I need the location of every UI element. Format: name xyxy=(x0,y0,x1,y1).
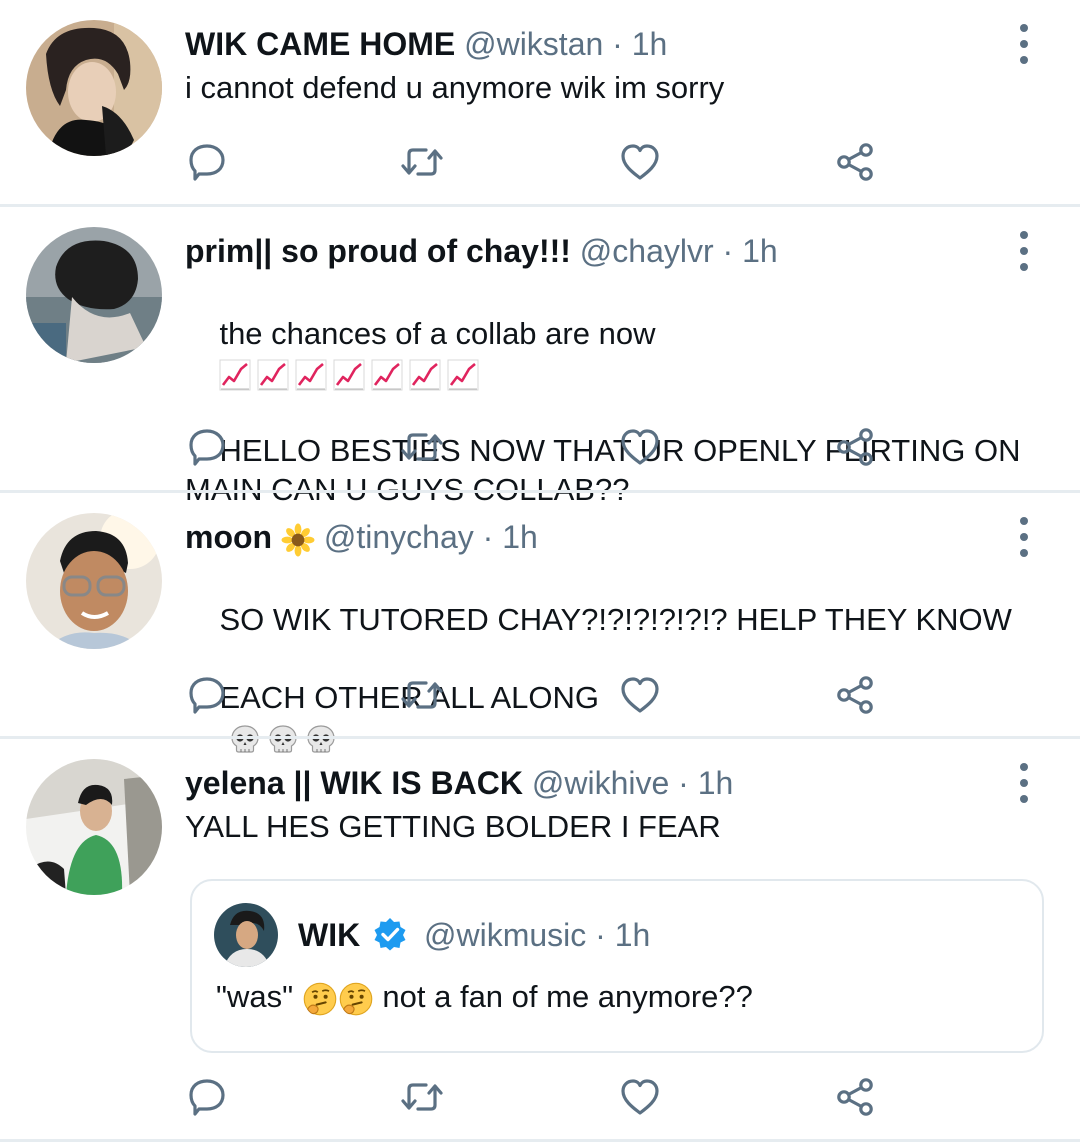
user-handle[interactable]: @wikhive xyxy=(532,765,669,801)
avatar[interactable] xyxy=(26,513,162,649)
tweet-text: i cannot defend u anymore wik im sorry xyxy=(185,70,725,105)
tweet-header: moon @tinychay · 1h xyxy=(185,517,538,557)
tweet-header: WIK CAME HOME @wikstan · 1h xyxy=(185,24,667,64)
like-icon[interactable] xyxy=(618,673,662,717)
more-options-icon[interactable] xyxy=(1012,517,1036,557)
divider xyxy=(0,1139,1080,1142)
tweet-actions xyxy=(185,673,885,717)
reply-icon[interactable] xyxy=(185,425,229,469)
timestamp[interactable]: 1h xyxy=(698,765,734,801)
separator-dot: · xyxy=(595,917,606,953)
tweet-actions xyxy=(185,140,885,184)
emoji-row xyxy=(219,355,485,391)
chart-increasing-icon xyxy=(409,358,442,391)
chart-increasing-icon xyxy=(295,358,328,391)
quoted-tweet[interactable]: WIK @wikmusic · 1h "was" not a fan of me… xyxy=(190,879,1044,1053)
thinking-face-icon xyxy=(303,982,337,1016)
display-name[interactable]: WIK xyxy=(298,917,360,953)
chart-increasing-icon xyxy=(371,358,404,391)
chart-increasing-icon xyxy=(219,358,252,391)
user-handle[interactable]: @wikmusic xyxy=(424,917,586,953)
timestamp[interactable]: 1h xyxy=(742,233,778,269)
share-icon[interactable] xyxy=(833,1075,877,1119)
quoted-tweet-header: WIK @wikmusic · 1h xyxy=(298,915,650,955)
share-icon[interactable] xyxy=(833,140,877,184)
separator-dot: · xyxy=(722,233,734,269)
reply-icon[interactable] xyxy=(185,673,229,717)
like-icon[interactable] xyxy=(618,140,662,184)
avatar[interactable] xyxy=(26,227,162,363)
timestamp[interactable]: 1h xyxy=(615,917,651,953)
user-handle[interactable]: @tinychay xyxy=(324,519,474,555)
more-options-icon[interactable] xyxy=(1012,231,1036,271)
chart-increasing-icon xyxy=(447,358,480,391)
separator-dot: · xyxy=(612,26,623,62)
separator-dot: · xyxy=(482,519,494,555)
display-name[interactable]: prim|| so proud of chay!!! xyxy=(185,233,571,269)
avatar[interactable] xyxy=(26,20,162,156)
tweet-4[interactable]: yelena || WIK IS BACK @wikhive · 1h YALL… xyxy=(0,739,1080,1139)
timestamp[interactable]: 1h xyxy=(502,519,538,555)
more-options-icon[interactable] xyxy=(1012,763,1036,803)
avatar[interactable] xyxy=(214,903,278,967)
tweet-1[interactable]: WIK CAME HOME @wikstan · 1h i cannot def… xyxy=(0,0,1080,204)
tweet-actions xyxy=(185,425,885,469)
user-handle[interactable]: @wikstan xyxy=(464,26,603,62)
like-icon[interactable] xyxy=(618,425,662,469)
sunflower-icon xyxy=(281,523,315,557)
quoted-tweet-text: "was" not a fan of me anymore?? xyxy=(216,977,753,1017)
quote-text-before: "was" xyxy=(216,979,294,1014)
chart-increasing-icon xyxy=(333,358,366,391)
display-name[interactable]: moon xyxy=(185,519,272,555)
retweet-icon[interactable] xyxy=(400,140,444,184)
timestamp[interactable]: 1h xyxy=(632,26,668,62)
tweet-actions xyxy=(185,1075,885,1119)
display-name[interactable]: WIK CAME HOME xyxy=(185,26,455,62)
share-icon[interactable] xyxy=(833,673,877,717)
tweet-text: YALL HES GETTING BOLDER I FEAR xyxy=(185,809,721,844)
display-name[interactable]: yelena || WIK IS BACK xyxy=(185,765,523,801)
user-handle[interactable]: @chaylvr xyxy=(580,233,714,269)
verified-badge-icon xyxy=(374,918,406,951)
avatar[interactable] xyxy=(26,759,162,895)
retweet-icon[interactable] xyxy=(400,425,444,469)
reply-icon[interactable] xyxy=(185,140,229,184)
tweet-text-line: the chances of a collab are now xyxy=(219,316,656,351)
tweet-3[interactable]: moon @tinychay · 1h SO WIK TUTORED CHAY?… xyxy=(0,493,1080,753)
more-options-icon[interactable] xyxy=(1012,24,1036,64)
thinking-face-icon xyxy=(339,982,373,1016)
tweet-2[interactable]: prim|| so proud of chay!!! @chaylvr · 1h… xyxy=(0,207,1080,507)
tweet-text-line: SO WIK TUTORED CHAY?!?!?!?!?!? HELP THEY… xyxy=(219,602,1012,637)
quote-text-after: not a fan of me anymore?? xyxy=(382,979,753,1014)
reply-icon[interactable] xyxy=(185,1075,229,1119)
chart-increasing-icon xyxy=(257,358,290,391)
retweet-icon[interactable] xyxy=(400,1075,444,1119)
separator-dot: · xyxy=(678,765,689,801)
retweet-icon[interactable] xyxy=(400,673,444,717)
like-icon[interactable] xyxy=(618,1075,662,1119)
tweet-header: prim|| so proud of chay!!! @chaylvr · 1h xyxy=(185,231,778,271)
tweet-header: yelena || WIK IS BACK @wikhive · 1h xyxy=(185,763,733,803)
share-icon[interactable] xyxy=(833,425,877,469)
